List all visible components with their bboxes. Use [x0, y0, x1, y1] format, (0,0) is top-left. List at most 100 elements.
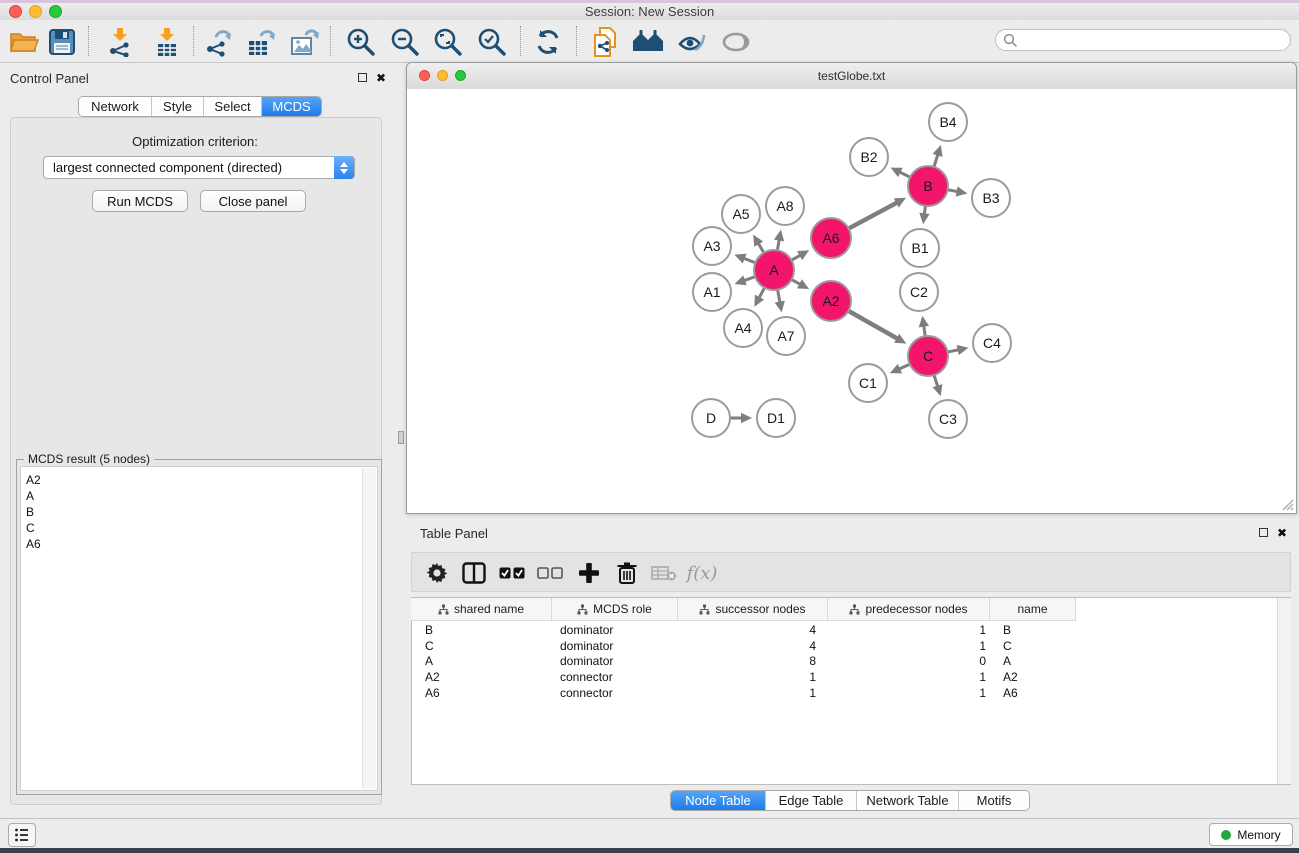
- export-image-icon: [289, 27, 321, 57]
- run-mcds-button[interactable]: Run MCDS: [92, 190, 188, 212]
- toolbar-separator: [330, 26, 331, 56]
- close-panel-button[interactable]: Close panel: [200, 190, 306, 212]
- select-all-button[interactable]: [497, 559, 527, 587]
- graph-node-label: C4: [983, 335, 1001, 351]
- save-icon: [49, 29, 75, 55]
- application-window: Session: New Session: [0, 0, 1299, 853]
- zoom-selected-button[interactable]: [476, 28, 508, 56]
- function-builder-button[interactable]: f(x): [687, 559, 717, 587]
- show-hide-panel-button[interactable]: [720, 28, 752, 56]
- list-item[interactable]: A6: [26, 537, 41, 551]
- import-table-button[interactable]: [151, 28, 183, 56]
- memory-status-icon: [1221, 830, 1231, 840]
- tab-mcds[interactable]: MCDS: [262, 97, 321, 116]
- tab-style[interactable]: Style: [152, 97, 204, 116]
- table-panel-close-button[interactable]: ✖: [1277, 528, 1287, 538]
- task-history-button[interactable]: [8, 823, 36, 847]
- memory-label: Memory: [1237, 828, 1280, 842]
- graph-edge-arrow-icon: [774, 230, 784, 242]
- tab-network[interactable]: Network: [79, 97, 152, 116]
- refresh-layout-button[interactable]: [532, 28, 564, 56]
- table-scrollbar-track[interactable]: [1277, 598, 1291, 784]
- graph-node-label: C3: [939, 411, 957, 427]
- network-graph[interactable]: B4B2BB3A8A5A6B1A3AA1C2A2A4A7C4CC1C3DD1: [407, 89, 1296, 513]
- mcds-result-list[interactable]: A2 A B C A6: [20, 466, 378, 791]
- tab-motifs[interactable]: Motifs: [959, 791, 1029, 810]
- search-input[interactable]: [1022, 31, 1286, 51]
- graph-edge-arrow-icon: [735, 275, 747, 285]
- list-item[interactable]: B: [26, 505, 34, 519]
- mcds-result-title: MCDS result (5 nodes): [24, 452, 154, 466]
- graph-node-label: A7: [777, 328, 794, 344]
- resize-grip-icon[interactable]: [1280, 497, 1294, 511]
- tab-edge-table[interactable]: Edge Table: [766, 791, 857, 810]
- column-header-successor-nodes[interactable]: successor nodes: [678, 598, 828, 620]
- style-preview-button[interactable]: [676, 28, 708, 56]
- export-network-icon: [202, 27, 234, 57]
- deselect-all-button[interactable]: [535, 559, 565, 587]
- import-table-icon: [152, 27, 182, 57]
- style-eye-icon: [677, 28, 707, 56]
- column-header-name[interactable]: name: [990, 598, 1076, 620]
- zoom-fit-icon: [433, 27, 463, 57]
- network-window-titlebar[interactable]: testGlobe.txt: [407, 63, 1296, 90]
- graph-node-label: A6: [822, 230, 839, 246]
- zoom-fit-button[interactable]: [432, 28, 464, 56]
- search-field[interactable]: [995, 29, 1291, 51]
- splitter-handle[interactable]: [398, 431, 404, 444]
- open-session-button[interactable]: [8, 28, 40, 56]
- column-header-predecessor-nodes[interactable]: predecessor nodes: [828, 598, 990, 620]
- control-panel-close-button[interactable]: ✖: [376, 73, 386, 83]
- save-session-button[interactable]: [46, 28, 78, 56]
- toolbar-separator: [88, 26, 89, 56]
- graph-edge-arrow-icon: [919, 213, 929, 225]
- delete-column-button[interactable]: [612, 559, 642, 587]
- add-column-button[interactable]: [574, 559, 604, 587]
- home-view-button[interactable]: [632, 28, 664, 56]
- delete-table-button[interactable]: [649, 559, 679, 587]
- tab-network-table[interactable]: Network Table: [857, 791, 959, 810]
- graph-node-label: A: [769, 262, 779, 278]
- shared-column-icon: [438, 604, 449, 615]
- zoom-in-button[interactable]: [345, 28, 377, 56]
- graph-edge-arrow-icon: [933, 145, 943, 157]
- split-view-button[interactable]: [459, 559, 489, 587]
- import-network-button[interactable]: [104, 28, 136, 56]
- scrollbar-track[interactable]: [362, 468, 376, 789]
- column-header-mcds-role[interactable]: MCDS role: [552, 598, 678, 620]
- shared-column-icon: [849, 604, 860, 615]
- list-item[interactable]: A: [26, 489, 34, 503]
- zoom-out-button[interactable]: [389, 28, 421, 56]
- optimization-criterion-select[interactable]: largest connected component (directed): [43, 156, 355, 179]
- graph-node-label: A1: [703, 284, 720, 300]
- graph-node-label: B4: [939, 114, 956, 130]
- network-canvas[interactable]: B4B2BB3A8A5A6B1A3AA1C2A2A4A7C4CC1C3DD1: [407, 89, 1296, 513]
- status-bar: Memory: [0, 818, 1299, 849]
- import-network-icon: [105, 27, 135, 57]
- list-item[interactable]: C: [26, 521, 35, 535]
- node-table: [411, 597, 1291, 785]
- unchecked-boxes-icon: [537, 567, 563, 580]
- export-table-button[interactable]: [245, 28, 277, 56]
- tab-select[interactable]: Select: [204, 97, 262, 116]
- control-panel-float-button[interactable]: [358, 73, 367, 82]
- clone-network-button[interactable]: [590, 28, 622, 56]
- memory-button[interactable]: Memory: [1209, 823, 1293, 846]
- column-header-shared-name[interactable]: shared name: [411, 598, 552, 620]
- toolbar-separator: [520, 26, 521, 56]
- graph-node-label: A2: [822, 293, 839, 309]
- tab-node-table[interactable]: Node Table: [671, 791, 766, 810]
- main-titlebar: Session: New Session: [0, 0, 1299, 21]
- graph-node-label: A5: [732, 206, 749, 222]
- graph-node-label: A4: [734, 320, 751, 336]
- network-window-title: testGlobe.txt: [407, 69, 1296, 83]
- graph-node-label: B: [923, 178, 932, 194]
- table-settings-button[interactable]: [422, 559, 452, 587]
- control-panel-title: Control Panel: [10, 71, 89, 86]
- graph-edge-arrow-icon: [775, 301, 785, 313]
- export-image-button[interactable]: [289, 28, 321, 56]
- list-item[interactable]: A2: [26, 473, 41, 487]
- graph-edge-arrow-icon: [741, 413, 752, 423]
- export-network-button[interactable]: [202, 28, 234, 56]
- table-panel-float-button[interactable]: [1259, 528, 1268, 537]
